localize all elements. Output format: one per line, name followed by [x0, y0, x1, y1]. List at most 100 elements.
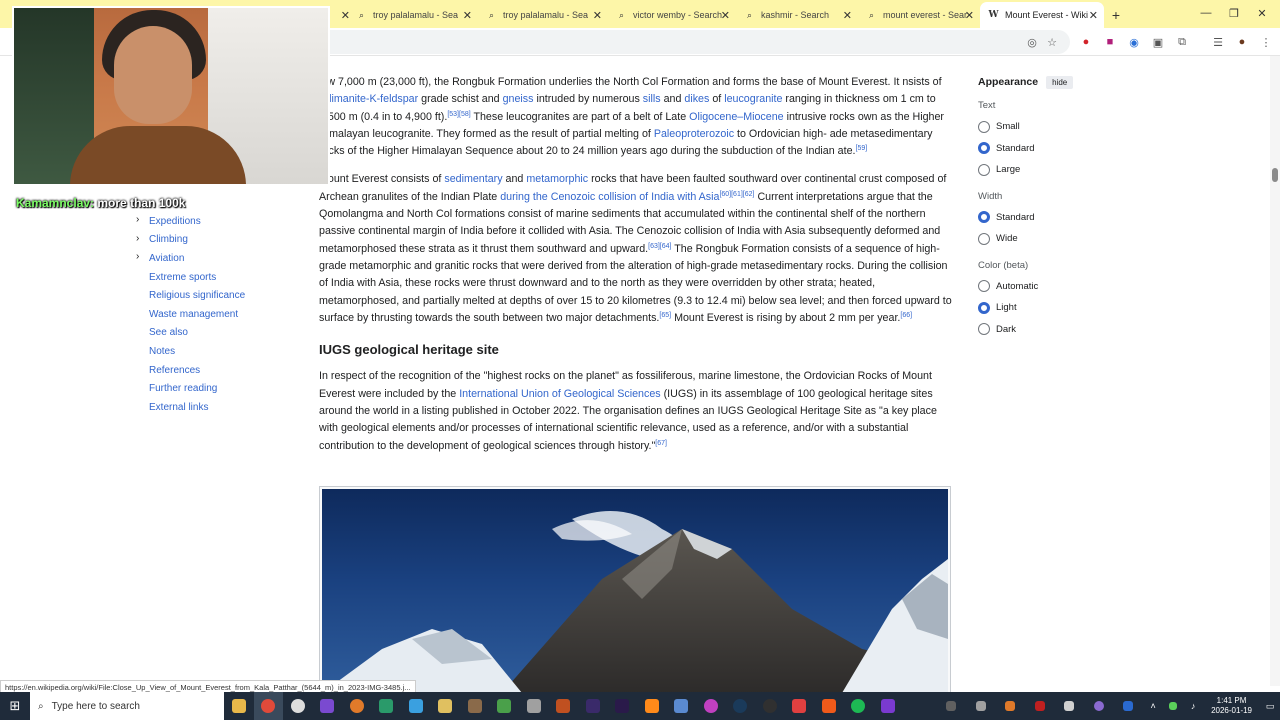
tab-search-2[interactable]: ⌕ troy palalamalu - Sea ✕ [478, 2, 608, 28]
link-oligocene-miocene[interactable]: Oligocene–Miocene [689, 111, 783, 123]
chevron-right-icon[interactable]: › [136, 233, 139, 244]
steam-icon[interactable] [726, 692, 756, 720]
windows-start-icon[interactable]: ⊞ [0, 692, 30, 720]
tab-wikipedia-active[interactable]: W Mount Everest - Wiki ✕ [980, 2, 1104, 28]
option-label[interactable]: Standard [996, 212, 1035, 223]
link-dikes[interactable]: dikes [684, 93, 709, 105]
chevron-up-icon[interactable]: ˄ [1143, 692, 1163, 720]
color-option[interactable]: Dark [978, 319, 1128, 341]
link-cenozoic-collision[interactable]: during the Cenozoic collision of India w… [500, 191, 719, 203]
radio-button[interactable] [978, 163, 990, 176]
close-window-button[interactable]: ✕ [1242, 0, 1280, 26]
toc-item[interactable]: Waste management [134, 305, 304, 324]
citation-ref[interactable]: [67] [655, 440, 667, 447]
text-size-option[interactable]: Small [978, 116, 1128, 138]
premiere-icon[interactable] [608, 692, 638, 720]
citation-ref[interactable]: [60][61][62] [719, 191, 754, 198]
clock[interactable]: 1:41 PM 2026-01-19 [1203, 696, 1260, 716]
brave-icon[interactable] [814, 692, 844, 720]
toc-item[interactable]: References [134, 361, 304, 380]
obs-icon[interactable] [283, 692, 313, 720]
link-paleoproterozoic[interactable]: Paleoproterozoic [654, 128, 734, 140]
radio-button[interactable] [978, 323, 990, 336]
tab-search-3[interactable]: ⌕ victor wemby - Search ✕ [608, 2, 736, 28]
link-sills[interactable]: sills [643, 93, 661, 105]
toc-item-label[interactable]: Religious significance [149, 290, 245, 301]
tray-icon[interactable] [937, 692, 967, 720]
record-extension-icon[interactable]: ● [1078, 34, 1094, 50]
chevron-right-icon[interactable]: › [136, 214, 139, 225]
toc-item[interactable]: Extreme sports [134, 268, 304, 287]
reading-list-icon[interactable]: ☰ [1210, 34, 1226, 50]
close-icon[interactable]: ✕ [843, 9, 852, 22]
link-gneiss[interactable]: gneiss [503, 93, 534, 105]
link-sillimanite[interactable]: sillimanite-K-feldspar [319, 93, 418, 105]
option-label[interactable]: Dark [996, 324, 1016, 335]
app-icon[interactable] [519, 692, 549, 720]
toc-item[interactable]: Religious significance [134, 286, 304, 305]
tracking-protection-icon[interactable]: ◎ [1024, 34, 1040, 50]
hide-button[interactable]: hide [1046, 75, 1074, 89]
volume-icon[interactable]: ♪ [1183, 692, 1203, 720]
notification-icon[interactable]: ▭ [1260, 692, 1280, 720]
tab-search-5[interactable]: ⌕ mount everest - Sear ✕ [858, 2, 980, 28]
text-size-option[interactable]: Large [978, 159, 1128, 181]
app-icon[interactable] [873, 692, 903, 720]
toc-item[interactable]: › Expeditions [134, 212, 304, 231]
toc-item-label[interactable]: References [149, 365, 200, 376]
toc-item[interactable]: Notes [134, 342, 304, 361]
citation-ref[interactable]: [53][58] [447, 111, 470, 118]
address-bar[interactable] [300, 30, 1070, 54]
spotify-icon[interactable] [844, 692, 874, 720]
link-iugs[interactable]: International Union of Geological Scienc… [459, 388, 660, 400]
app-icon[interactable] [431, 692, 461, 720]
citation-ref[interactable]: [63][64] [648, 243, 671, 250]
toc-item-label[interactable]: See also [149, 327, 188, 338]
radio-button[interactable] [978, 211, 990, 224]
link-metamorphic[interactable]: metamorphic [526, 173, 588, 185]
citation-ref[interactable]: [65] [659, 312, 671, 319]
vertical-scrollbar[interactable] [1270, 56, 1280, 686]
radio-button[interactable] [978, 301, 990, 314]
option-label[interactable]: Small [996, 121, 1020, 132]
color-option[interactable]: Light [978, 297, 1128, 319]
audio-extension-icon[interactable]: ◉ [1126, 34, 1142, 50]
download-extension-icon[interactable]: ■ [1102, 34, 1118, 50]
menu-icon[interactable]: ⋮ [1258, 34, 1274, 50]
file-explorer-icon[interactable] [224, 692, 254, 720]
toc-item[interactable]: See also [134, 324, 304, 343]
toc-item-label[interactable]: Further reading [149, 383, 217, 394]
tray-icon[interactable] [996, 692, 1026, 720]
width-option[interactable]: Standard [978, 207, 1128, 229]
link-leucogranite[interactable]: leucogranite [724, 93, 782, 105]
text-size-option[interactable]: Standard [978, 138, 1128, 160]
tab-close-button[interactable]: ✕ [332, 2, 350, 28]
option-label[interactable]: Wide [996, 233, 1018, 244]
profile-avatar-icon[interactable]: ● [1234, 34, 1250, 50]
option-label[interactable]: Large [996, 164, 1020, 175]
toc-item-label[interactable]: Aviation [149, 253, 184, 264]
toc-item-label[interactable]: Expeditions [149, 216, 201, 227]
app-icon[interactable] [785, 692, 815, 720]
toc-item-label[interactable]: Notes [149, 346, 175, 357]
radio-button[interactable] [978, 280, 990, 293]
media-icon[interactable]: ▣ [1150, 34, 1166, 50]
everest-photo-figure[interactable] [319, 486, 951, 696]
link-sedimentary[interactable]: sedimentary [444, 173, 502, 185]
radio-button[interactable] [978, 120, 990, 133]
citation-ref[interactable]: [66] [900, 312, 912, 319]
scrollbar-thumb[interactable] [1272, 168, 1278, 182]
citation-ref[interactable]: [59] [856, 145, 868, 152]
illustrator-icon[interactable] [637, 692, 667, 720]
extensions-icon[interactable]: ⧉ [1174, 34, 1190, 50]
after-effects-icon[interactable] [578, 692, 608, 720]
app-icon[interactable] [696, 692, 726, 720]
close-icon[interactable]: ✕ [463, 9, 472, 22]
app-icon[interactable] [342, 692, 372, 720]
app-icon[interactable] [667, 692, 697, 720]
toc-item-label[interactable]: External links [149, 402, 208, 413]
option-label[interactable]: Automatic [996, 281, 1038, 292]
radio-button[interactable] [978, 142, 990, 155]
width-option[interactable]: Wide [978, 228, 1128, 250]
new-tab-button[interactable]: + [1104, 2, 1128, 28]
